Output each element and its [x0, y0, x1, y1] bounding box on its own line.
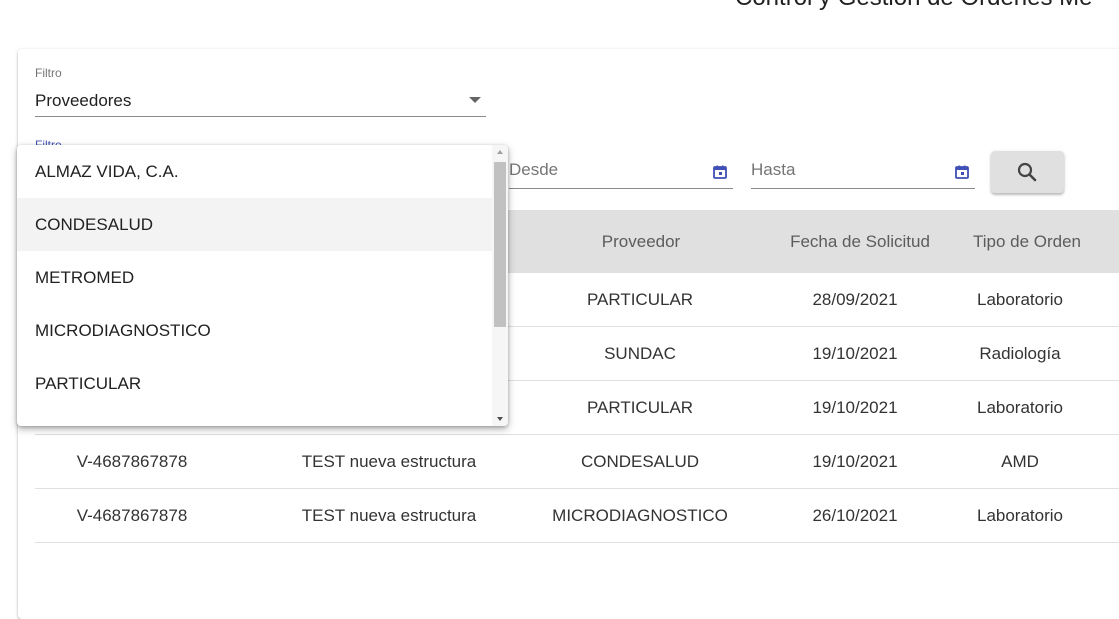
dropdown-option-highlighted[interactable]: CONDESALUD	[17, 198, 492, 251]
header-proveedor[interactable]: Proveedor	[515, 210, 767, 273]
date-to-underline	[751, 188, 975, 189]
dropdown-option[interactable]: MICRODIAGNOSTICO	[17, 304, 492, 357]
cell-nombre: TEST nueva estructura	[301, 506, 477, 525]
filter-label: Filtro	[35, 66, 62, 80]
cell-tipo: Laboratorio	[976, 290, 1063, 309]
cell-tipo: Laboratorio	[976, 506, 1063, 525]
cell-fecha: 19/10/2021	[812, 344, 898, 363]
date-to-placeholder: Hasta	[751, 160, 796, 179]
search-icon	[1017, 162, 1037, 182]
cell-proveedor: PARTICULAR	[586, 398, 694, 417]
date-to-field[interactable]: Hasta	[751, 152, 975, 189]
scroll-down-arrow-icon[interactable]	[497, 417, 503, 421]
header-fecha-solicitud[interactable]: Fecha de Solicitud	[765, 210, 955, 273]
search-button[interactable]	[991, 151, 1064, 193]
filter-selected-value: Proveedores	[35, 91, 132, 110]
filter-underline	[35, 116, 486, 117]
chevron-down-icon[interactable]	[469, 97, 481, 103]
cell-nombre: TEST nueva estructura	[301, 452, 477, 471]
date-from-placeholder: Desde	[509, 160, 559, 179]
cell-proveedor: MICRODIAGNOSTICO	[552, 506, 728, 525]
header-tipo-orden[interactable]: Tipo de Orden	[947, 210, 1107, 273]
dropdown-option[interactable]: PARTICULAR	[17, 357, 492, 410]
option-label: CONDESALUD	[35, 215, 154, 234]
table-row[interactable]: V-4687867878 TEST nueva estructura MICRO…	[35, 489, 1119, 543]
cell-cedula: V-4687867878	[76, 506, 188, 525]
option-label: PARTICULAR	[35, 374, 142, 393]
option-label: MICRODIAGNOSTICO	[35, 321, 211, 340]
dropdown-option[interactable]: ALMAZ VIDA, C.A.	[17, 145, 492, 198]
cell-tipo: Laboratorio	[976, 398, 1063, 417]
date-from-field[interactable]: Desde	[509, 152, 733, 189]
cell-tipo: AMD	[1001, 452, 1039, 471]
scroll-up-arrow-icon[interactable]	[497, 150, 503, 154]
dropdown-option[interactable]: METROMED	[17, 251, 492, 304]
cell-proveedor: SUNDAC	[604, 344, 676, 363]
filter-select[interactable]: Filtro Proveedores	[35, 66, 486, 118]
cell-tipo: Radiología	[979, 344, 1061, 363]
table-row[interactable]: V-4687867878 TEST nueva estructura CONDE…	[35, 435, 1119, 489]
cell-fecha: 26/10/2021	[812, 506, 898, 525]
provider-dropdown-menu: ALMAZ VIDA, C.A. CONDESALUD METROMED MIC…	[17, 145, 508, 426]
calendar-icon[interactable]	[713, 165, 727, 179]
cell-proveedor: CONDESALUD	[580, 452, 700, 471]
date-from-underline	[509, 188, 733, 189]
page-title: Control y Gestión de Órdenes Mé	[735, 0, 1093, 12]
dropdown-scrollbar[interactable]	[492, 145, 508, 426]
option-label: ALMAZ VIDA, C.A.	[35, 162, 179, 181]
calendar-icon[interactable]	[955, 165, 969, 179]
cell-fecha: 19/10/2021	[812, 398, 898, 417]
cell-proveedor: PARTICULAR	[586, 290, 694, 309]
cell-fecha: 28/09/2021	[812, 290, 898, 309]
option-label: METROMED	[35, 268, 135, 287]
cell-cedula: V-4687867878	[76, 452, 188, 471]
cell-fecha: 19/10/2021	[812, 452, 898, 471]
scrollbar-thumb[interactable]	[494, 162, 506, 327]
